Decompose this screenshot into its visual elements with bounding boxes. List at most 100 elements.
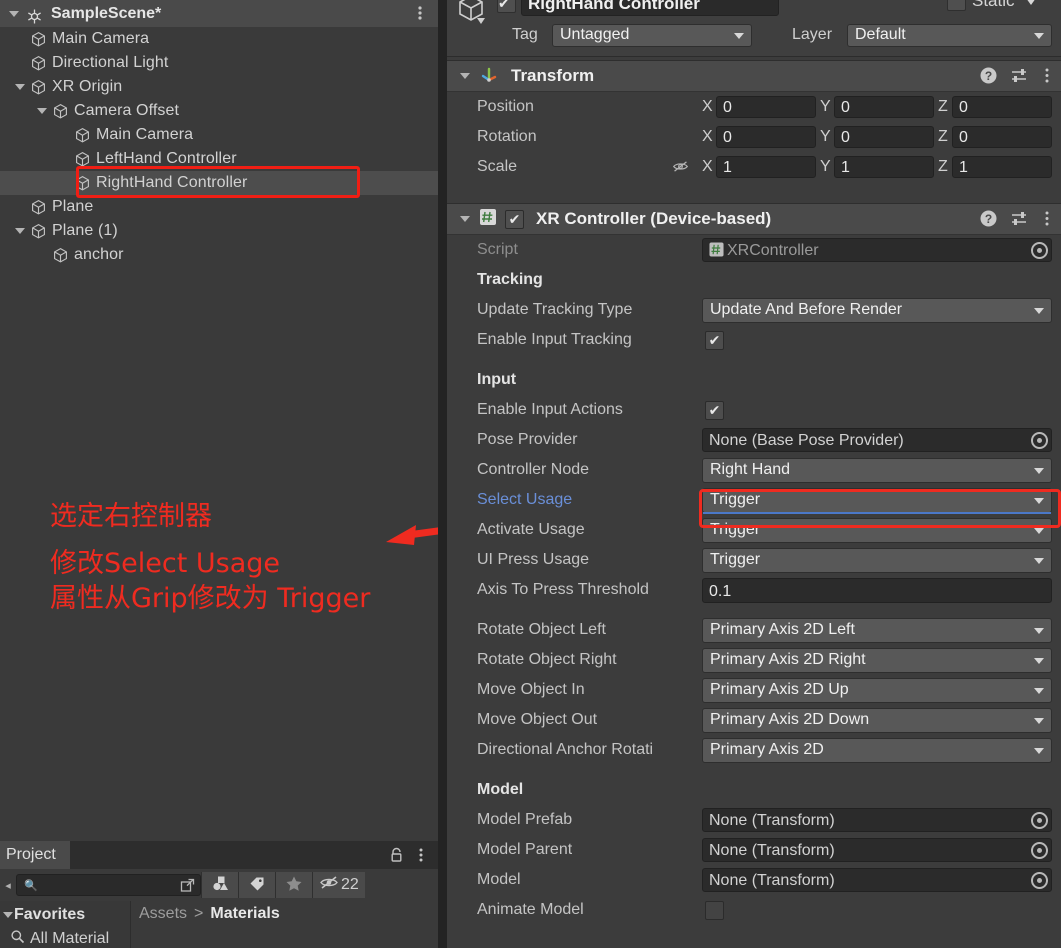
hierarchy-item-righthand-controller[interactable]: RightHand Controller <box>0 171 438 195</box>
hierarchy-item-lefthand-controller[interactable]: LeftHand Controller <box>0 147 438 171</box>
transform-rotation-z-field[interactable]: 0 <box>952 126 1052 148</box>
label-controller-node: Controller Node <box>477 461 590 478</box>
object-picker-icon[interactable] <box>1031 812 1048 829</box>
panel-divider[interactable] <box>438 0 447 948</box>
dropdown-select-usage[interactable]: Trigger <box>702 487 1052 513</box>
gameobject-name-field[interactable]: RightHand Controller <box>521 0 779 16</box>
hierarchy-item-anchor[interactable]: anchor <box>0 243 438 267</box>
layer-dropdown[interactable]: Default <box>847 23 1052 47</box>
xr-controller-enabled-checkbox[interactable]: ✔ <box>505 209 524 229</box>
preset-sliders-icon[interactable] <box>1010 209 1029 232</box>
help-icon[interactable]: ? <box>979 66 998 89</box>
tag-dropdown[interactable]: Untagged <box>552 23 752 47</box>
transform-rotation-x-field[interactable]: 0 <box>716 126 816 148</box>
objectfield-pose-provider[interactable]: None (Base Pose Provider) <box>702 428 1052 452</box>
transform-scale-y-field[interactable]: 1 <box>834 156 934 178</box>
help-icon[interactable]: ? <box>979 209 998 232</box>
project-favorites-header[interactable]: Favorites <box>0 903 130 927</box>
dropdown-move-object-in[interactable]: Primary Axis 2D Up <box>702 677 1052 703</box>
numberfield-axis-to-press-threshold[interactable]: 0.1 <box>702 577 1052 603</box>
preset-sliders-icon[interactable] <box>1010 66 1029 89</box>
project-search-input[interactable] <box>41 876 176 894</box>
transform-foldout-icon[interactable] <box>459 70 471 82</box>
foldout-icon[interactable] <box>14 81 26 93</box>
dropdown-rotate-object-right[interactable]: Primary Axis 2D Right <box>702 647 1052 673</box>
chevron-down-icon <box>1034 307 1044 314</box>
open-in-new-icon[interactable] <box>179 877 196 898</box>
scene-foldout-icon[interactable] <box>8 8 20 20</box>
foldout-icon[interactable] <box>14 225 26 237</box>
breadcrumb-item-assets[interactable]: Assets <box>139 905 187 923</box>
axis-label-z: Z <box>938 98 948 115</box>
hierarchy-item-plane-1[interactable]: Plane (1) <box>0 219 438 243</box>
gameobject-static-group[interactable]: Static <box>947 0 1037 11</box>
dropdown-rotate-object-left[interactable]: Primary Axis 2D Left <box>702 617 1052 643</box>
object-picker-icon[interactable] <box>1031 432 1048 449</box>
hierarchy-item-plane[interactable]: Plane <box>0 195 438 219</box>
hierarchy-kebab-menu-icon[interactable] <box>412 4 428 26</box>
objectfield-model-prefab[interactable]: None (Transform) <box>702 808 1052 832</box>
field-row-update-tracking-type: Update Tracking Type Update And Before Re… <box>447 295 1061 325</box>
xr-controller-header[interactable]: ✔ XR Controller (Device-based) ? <box>447 204 1061 235</box>
hierarchy-item-main-camera[interactable]: Main Camera <box>0 123 438 147</box>
hierarchy-item-directional-light[interactable]: Directional Light <box>0 51 438 75</box>
section-header-tracking: Tracking <box>447 265 1061 295</box>
component-xr-controller: ✔ XR Controller (Device-based) ? Script … <box>447 203 1061 948</box>
transform-axis-icon <box>479 64 499 88</box>
transform-rotation-y-field[interactable]: 0 <box>834 126 934 148</box>
transform-scale-z-field[interactable]: 1 <box>952 156 1052 178</box>
transform-position-x-field[interactable]: 0 <box>716 96 816 118</box>
transform-row-rotation: Rotation X 0 Y 0 Z 0 <box>447 122 1061 152</box>
hierarchy-item-xr-origin[interactable]: XR Origin <box>0 75 438 99</box>
object-picker-icon[interactable] <box>1031 242 1048 259</box>
checkbox-animate-model[interactable] <box>705 900 724 920</box>
dropdown-ui-press-usage[interactable]: Trigger <box>702 547 1052 573</box>
hierarchy-item-camera-offset[interactable]: Camera Offset <box>0 99 438 123</box>
transform-header[interactable]: Transform ? <box>447 61 1061 92</box>
eye-off-icon[interactable] <box>672 159 689 178</box>
project-search-box[interactable]: 🔍 <box>16 874 201 896</box>
favorites-filter-button[interactable] <box>275 872 312 898</box>
dropdown-activate-usage[interactable]: Trigger <box>702 517 1052 543</box>
chevron-down-icon <box>734 32 744 39</box>
project-lock-icon[interactable] <box>389 847 404 867</box>
xr-controller-kebab-menu-icon[interactable] <box>1041 209 1053 232</box>
tab-project[interactable]: Project <box>0 841 70 869</box>
transform-position-z-field[interactable]: 0 <box>952 96 1052 118</box>
objectfield-model-parent[interactable]: None (Transform) <box>702 838 1052 862</box>
checkbox-enable-input-actions[interactable]: ✔ <box>705 400 724 420</box>
dropdown-move-object-out[interactable]: Primary Axis 2D Down <box>702 707 1052 733</box>
objectfield-model[interactable]: None (Transform) <box>702 868 1052 892</box>
project-kebab-menu-icon[interactable] <box>414 846 428 868</box>
dropdown-controller-node[interactable]: Right Hand <box>702 457 1052 483</box>
project-panel: Project ◂ 🔍 22 Favorites All Material As… <box>0 841 438 948</box>
dropdown-update-tracking-type[interactable]: Update And Before Render <box>702 297 1052 323</box>
dropdown-directional-anchor-rotati[interactable]: Primary Axis 2D <box>702 737 1052 763</box>
transform-scale-x-field[interactable]: 1 <box>716 156 816 178</box>
chevron-down-icon <box>1034 32 1044 39</box>
gameobject-cube-icon <box>30 223 47 240</box>
project-favorites-item[interactable]: All Material <box>0 927 130 948</box>
transform-position-y-field[interactable]: 0 <box>834 96 934 118</box>
hidden-items-count-button[interactable]: 22 <box>312 872 365 898</box>
favorites-foldout-icon[interactable] <box>2 909 14 921</box>
checkbox-enable-input-tracking[interactable]: ✔ <box>705 330 724 350</box>
hierarchy-item-main-camera[interactable]: Main Camera <box>0 27 438 51</box>
gameobject-enabled-checkbox[interactable]: ✔ <box>497 0 516 13</box>
project-nav-back-icon[interactable]: ◂ <box>0 879 16 892</box>
filter-by-label-button[interactable] <box>238 872 275 898</box>
object-picker-icon[interactable] <box>1031 872 1048 889</box>
objectfield-value-model-prefab: None (Transform) <box>709 812 835 829</box>
hierarchy-item-label: LeftHand Controller <box>96 150 237 167</box>
filter-by-type-button[interactable] <box>201 872 238 898</box>
foldout-spacer-icon <box>36 249 48 261</box>
foldout-icon[interactable] <box>36 105 48 117</box>
script-object-field[interactable]: XRController <box>702 238 1052 262</box>
transform-kebab-menu-icon[interactable] <box>1041 66 1053 89</box>
xr-controller-foldout-icon[interactable] <box>459 213 471 225</box>
label-update-tracking-type: Update Tracking Type <box>477 301 633 318</box>
object-picker-icon[interactable] <box>1031 842 1048 859</box>
static-checkbox[interactable] <box>947 0 966 11</box>
breadcrumb-item-materials[interactable]: Materials <box>210 905 279 923</box>
chevron-down-icon[interactable] <box>1025 0 1037 10</box>
